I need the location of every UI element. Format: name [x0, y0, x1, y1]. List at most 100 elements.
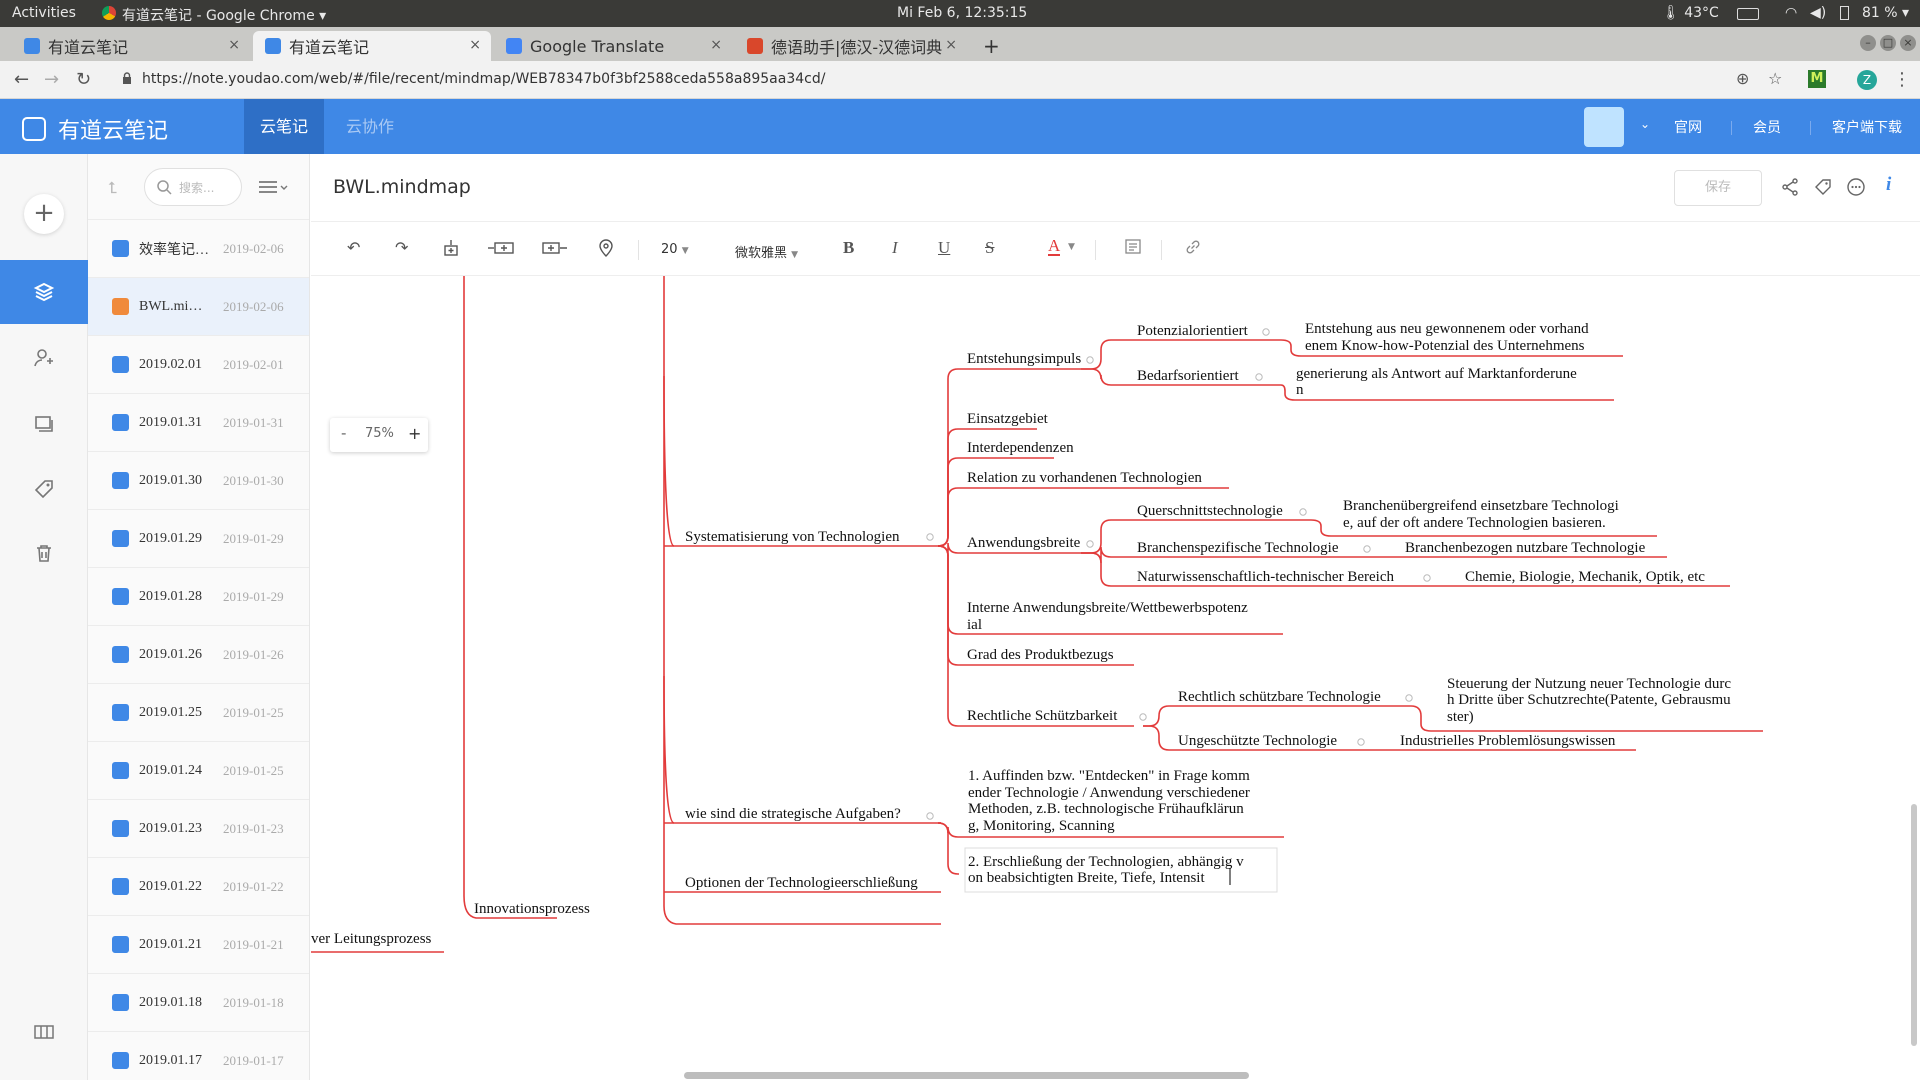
mindmap-canvas[interactable]: ver Leitungsprozess Innovationsprozess Sys…	[311, 276, 1920, 1080]
new-tab-button[interactable]: +	[975, 31, 1005, 61]
mindmap-node-aufgabe[interactable]: 1. Auffinden bzw. "Entdecken" in Frage k…	[968, 768, 1250, 784]
mindmap-node-description[interactable]: h Dritte über Schutzrechte(Patente, Gebr…	[1447, 692, 1731, 708]
mindmap-node-innovationsprozess[interactable]: Innovationsprozess	[474, 901, 590, 917]
battery-icon[interactable]	[1840, 6, 1849, 20]
note-list-item[interactable]: BWL.mi… 2019-02-06	[88, 278, 309, 336]
up-level-icon[interactable]: ⮤	[108, 178, 117, 198]
url-field[interactable]: https://note.youdao.com/web/#/file/recen…	[142, 71, 825, 87]
mindmap-node-description[interactable]: n	[1296, 382, 1304, 398]
volume-icon[interactable]: ◀)	[1810, 5, 1826, 21]
nav-collaboration[interactable]: 云协作	[330, 99, 410, 154]
font-size-select[interactable]: 20 ▼	[661, 242, 689, 257]
info-icon[interactable]: i	[1886, 174, 1891, 196]
collapse-toggle-icon[interactable]	[1423, 574, 1431, 582]
collapse-toggle-icon[interactable]	[1255, 373, 1263, 381]
collapse-toggle-icon[interactable]	[926, 533, 934, 541]
maximize-window-icon[interactable]: □	[1880, 35, 1896, 51]
mindmap-node-relation[interactable]: Relation zu vorhandenen Technologien	[967, 470, 1202, 486]
mindmap-node-strategische[interactable]: wie sind die strategische Aufgaben?	[685, 806, 901, 822]
close-tab-icon[interactable]: ×	[228, 37, 240, 53]
italic-button[interactable]: I	[892, 238, 898, 258]
bookmark-star-icon[interactable]: ☆	[1768, 69, 1782, 88]
link-icon[interactable]	[1184, 238, 1202, 256]
link-membership[interactable]: 会员	[1753, 117, 1781, 137]
note-list-item[interactable]: 2019.01.26 2019-01-26	[88, 626, 309, 684]
note-list-item[interactable]: 2019.02.01 2019-02-01	[88, 336, 309, 394]
mindmap-node-description[interactable]: e, auf der oft andere Technologien basie…	[1343, 515, 1606, 531]
insert-sibling-node-icon[interactable]	[487, 238, 515, 258]
profile-avatar[interactable]: Z	[1857, 70, 1877, 90]
share-icon[interactable]	[1781, 178, 1799, 196]
forward-arrow-icon[interactable]: →	[44, 69, 59, 90]
note-list-item[interactable]: 2019.01.30 2019-01-30	[88, 452, 309, 510]
mindmap-node-description[interactable]: Steuerung der Nutzung neuer Technologie …	[1447, 676, 1731, 692]
save-button[interactable]: 保存	[1674, 170, 1762, 206]
close-window-icon[interactable]: ×	[1900, 35, 1916, 51]
note-list-item[interactable]: 2019.01.22 2019-01-22	[88, 858, 309, 916]
insert-child-node-icon[interactable]	[441, 238, 461, 258]
close-tab-icon[interactable]: ×	[710, 37, 722, 53]
more-menu-icon[interactable]: ⋮	[1893, 69, 1911, 90]
mindmap-node-rechtliche[interactable]: Rechtliche Schützbarkeit	[967, 708, 1118, 724]
mindmap-node-description[interactable]: ster)	[1447, 709, 1474, 725]
mindmap-node-ungeschuetzt[interactable]: Ungeschützte Technologie	[1178, 733, 1337, 749]
note-list-item[interactable]: 2019.01.25 2019-01-25	[88, 684, 309, 742]
chevron-down-icon[interactable]: ⌄	[1640, 117, 1650, 131]
close-tab-icon[interactable]: ×	[469, 37, 481, 53]
undo-icon[interactable]: ↶	[347, 238, 360, 257]
mindmap-node-bedarfsorientiert[interactable]: Bedarfsorientiert	[1137, 368, 1239, 384]
note-list-item[interactable]: 2019.01.28 2019-01-29	[88, 568, 309, 626]
collapse-sidebar-button[interactable]	[0, 1012, 88, 1052]
mindmap-node-aufgabe-editing[interactable]: 2. Erschließung der Technologien, abhäng…	[968, 854, 1244, 870]
mindmap-node-querschnitt[interactable]: Querschnittstechnologie	[1137, 503, 1283, 519]
mindmap-node-interne[interactable]: Interne Anwendungsbreite/Wettbewerbspote…	[967, 600, 1248, 616]
nav-cloud-notes[interactable]: 云笔记	[244, 99, 325, 154]
mindmap-node-description[interactable]: Branchenübergreifend einsetzbare Technol…	[1343, 498, 1619, 514]
minimize-window-icon[interactable]: –	[1860, 35, 1876, 51]
mindmap-node-aufgabe[interactable]: Methoden, z.B. technologische Frühaufklä…	[968, 801, 1244, 817]
sort-menu-icon[interactable]	[258, 180, 290, 194]
mindmap-node-anwendungsbreite[interactable]: Anwendungsbreite	[967, 535, 1081, 551]
note-list-item[interactable]: 2019.01.18 2019-01-18	[88, 974, 309, 1032]
mindmap-node-optionen[interactable]: Optionen der Technologieerschließung	[685, 875, 918, 891]
extension-icon[interactable]: M	[1808, 70, 1826, 88]
collapse-toggle-icon[interactable]	[1299, 508, 1307, 516]
horizontal-scrollbar[interactable]	[684, 1072, 1249, 1079]
caret-down-icon[interactable]: ▼	[1068, 242, 1075, 252]
activities-button[interactable]: Activities	[12, 5, 76, 21]
tab-youdao-1[interactable]: 有道云笔记 ×	[12, 31, 250, 61]
sidebar-item-trash[interactable]	[0, 521, 88, 585]
note-list-item[interactable]: 2019.01.23 2019-01-23	[88, 800, 309, 858]
sidebar-item-shared[interactable]	[0, 326, 88, 390]
note-list-item[interactable]: 2019.01.17 2019-01-17	[88, 1032, 309, 1080]
zoom-in-button[interactable]: +	[408, 424, 421, 443]
temperature-indicator[interactable]: 🌡 43°C	[1662, 5, 1719, 21]
mindmap-node-description[interactable]: Chemie, Biologie, Mechanik, Optik, etc	[1465, 569, 1705, 585]
mindmap-node-aufgabe[interactable]: g, Monitoring, Scanning	[968, 818, 1115, 834]
mindmap-node-description[interactable]: enem Know-how-Potenzial des Unternehmens	[1305, 338, 1585, 354]
collapse-toggle-icon[interactable]	[1357, 738, 1365, 746]
battery-level[interactable]: 81 % ▾	[1862, 5, 1909, 21]
mindmap-node-produktbezug[interactable]: Grad des Produktbezugs	[967, 647, 1114, 663]
back-arrow-icon[interactable]: ←	[14, 69, 29, 90]
wifi-icon[interactable]: ◠	[1785, 5, 1797, 21]
mindmap-node-description[interactable]: generierung als Antwort auf Marktanforde…	[1296, 366, 1577, 382]
vertical-scrollbar[interactable]	[1911, 804, 1917, 1046]
user-avatar[interactable]	[1584, 107, 1624, 147]
note-list-item[interactable]: 2019.01.24 2019-01-25	[88, 742, 309, 800]
note-list-item[interactable]: 2019.01.31 2019-01-31	[88, 394, 309, 452]
zoom-out-button[interactable]: -	[341, 424, 346, 442]
mindmap-node-interne[interactable]: ial	[967, 617, 982, 633]
app-logo[interactable]: 有道云笔记	[22, 113, 168, 145]
mindmap-node-interdependenzen[interactable]: Interdependenzen	[967, 440, 1074, 456]
note-list-item[interactable]: 2019.01.29 2019-01-29	[88, 510, 309, 568]
mindmap-node-einsatzgebiet[interactable]: Einsatzgebiet	[967, 411, 1049, 427]
insert-parent-node-icon[interactable]	[541, 238, 569, 258]
clock[interactable]: Mi Feb 6, 12:35:15	[897, 5, 1027, 21]
tab-dehelper[interactable]: 德语助手|德汉-汉德词典 ×	[735, 31, 967, 61]
mindmap-node-naturwiss[interactable]: Naturwissenschaftlich-technischer Bereic…	[1137, 569, 1394, 585]
mindmap-svg[interactable]: ver Leitungsprozess Innovationsprozess Sys…	[311, 276, 1920, 1080]
reload-icon[interactable]: ↻	[76, 69, 91, 90]
tag-icon[interactable]	[1814, 178, 1832, 196]
keyboard-icon[interactable]	[1737, 8, 1759, 20]
